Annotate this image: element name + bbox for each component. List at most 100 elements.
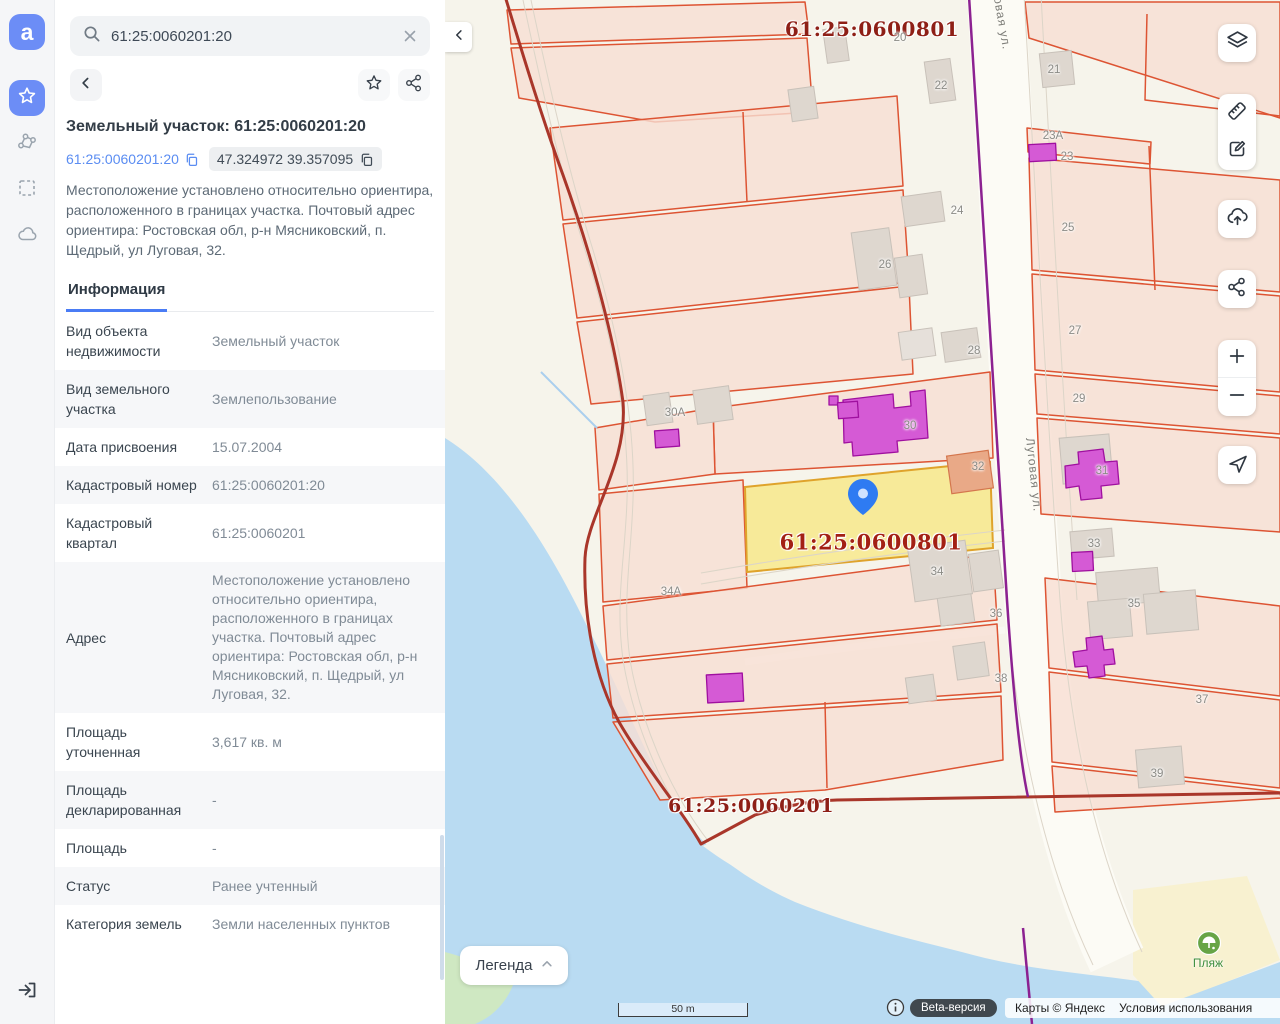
legend-label: Легенда xyxy=(475,957,532,974)
minus-icon xyxy=(1227,385,1247,410)
table-row: Вид объекта недвижимости Земельный участо… xyxy=(55,312,445,370)
table-row: Площадь- xyxy=(55,829,445,867)
chevron-up-icon xyxy=(541,957,553,974)
terms-link[interactable]: Условия использования xyxy=(1119,1001,1252,1015)
share-object-button[interactable] xyxy=(398,69,430,101)
search-input[interactable] xyxy=(111,28,402,45)
edit-pencil-icon xyxy=(1226,138,1248,165)
row-label: Кадастровый квартал xyxy=(66,513,200,553)
cloud-icon xyxy=(16,223,38,250)
measure-ruler-button[interactable] xyxy=(1218,94,1256,132)
copy-icon[interactable] xyxy=(359,152,374,167)
sign-in-icon xyxy=(16,979,38,1006)
row-label: Статус xyxy=(66,876,200,896)
info-icon[interactable] xyxy=(886,998,905,1017)
row-value: - xyxy=(212,791,434,810)
parcel-number-label: 21 xyxy=(1048,64,1061,76)
tabs: Информация xyxy=(66,281,434,312)
parcel-number-label: 34 xyxy=(931,566,944,578)
tab-information[interactable]: Информация xyxy=(66,281,167,312)
parcel-number-label: 36 xyxy=(990,608,1003,620)
collapse-panel-button[interactable] xyxy=(445,22,472,52)
locate-button[interactable] xyxy=(1218,446,1256,484)
cadastral-number-text: 61:25:0060201:20 xyxy=(66,151,179,167)
zoom-in-button[interactable] xyxy=(1218,340,1256,378)
cadastral-number-link[interactable]: 61:25:0060201:20 xyxy=(66,151,199,167)
layers-icon xyxy=(1226,29,1249,57)
back-button[interactable] xyxy=(70,69,102,101)
table-row: Вид земельного участкаЗемлепользование xyxy=(55,370,445,428)
row-value: Земельный участок xyxy=(212,332,434,351)
map-attribution: Карты © Яндекс Условия использования xyxy=(1005,998,1280,1018)
table-row: Площадь декларированная- xyxy=(55,771,445,829)
polygon-nodes-icon xyxy=(16,131,38,158)
legend-button[interactable]: Легенда xyxy=(460,946,568,985)
parcel-number-label: 32 xyxy=(972,461,985,473)
cloud-rail-button[interactable] xyxy=(9,218,45,254)
parcel-number-label: 30А xyxy=(665,407,685,419)
row-value: Ранее учтенный xyxy=(212,877,434,896)
parcel-number-label: 37 xyxy=(1196,694,1209,706)
chevron-left-icon xyxy=(77,74,95,97)
select-area-rail-button[interactable] xyxy=(9,172,45,208)
beach-label: Пляж xyxy=(1193,956,1223,970)
map-share-button[interactable] xyxy=(1218,270,1256,308)
search-icon xyxy=(82,24,101,48)
edit-button[interactable] xyxy=(1218,132,1256,170)
parcel-number-label: 25 xyxy=(1062,222,1075,234)
geometry-rail-button[interactable] xyxy=(9,126,45,162)
coordinates-text: 47.324972 39.357095 xyxy=(217,151,353,167)
row-label: Вид земельного участка xyxy=(66,379,200,419)
parcel-number-label: 34А xyxy=(661,586,681,598)
parcel-number-label: 26 xyxy=(879,259,892,271)
parcel-number-label: 30 xyxy=(904,420,917,432)
map-area[interactable]: 61:25:0600801 61:25:0600801 61:25:006020… xyxy=(445,0,1280,1024)
parcel-number-label: 23 xyxy=(1061,151,1074,163)
star-icon xyxy=(16,85,38,112)
clear-search-icon[interactable] xyxy=(402,28,418,44)
table-row: Дата присвоения 15.07.2004 xyxy=(55,428,445,466)
ruler-icon xyxy=(1226,100,1248,127)
panel-scrollbar[interactable] xyxy=(440,835,444,980)
coordinates-chip[interactable]: 47.324972 39.357095 xyxy=(209,147,382,171)
table-row: Площадь уточненная3,617 кв. м xyxy=(55,713,445,771)
navigation-arrow-icon xyxy=(1226,452,1248,479)
row-value: Местоположение установлено относительно … xyxy=(212,571,434,704)
table-row: Кадастровый квартал 61:25:0060201 xyxy=(55,504,445,562)
row-label: Кадастровый номер xyxy=(66,475,200,495)
zoom-out-button[interactable] xyxy=(1218,378,1256,416)
favorites-rail-button[interactable] xyxy=(9,80,45,116)
table-row: Адрес Местоположение установлено относите… xyxy=(55,562,445,713)
row-label: Площадь xyxy=(66,838,200,858)
scale-label: 50 m xyxy=(671,1003,694,1015)
row-label: Категория земель xyxy=(66,914,200,934)
row-label: Адрес xyxy=(66,628,200,648)
cloud-upload-icon xyxy=(1226,205,1249,233)
share-nodes-icon xyxy=(404,73,424,98)
parcel-number-label: 39 xyxy=(1151,768,1164,780)
search-bar xyxy=(70,16,430,56)
scale-bar: 50 m xyxy=(618,1003,748,1017)
row-value: 61:25:0060201 xyxy=(212,524,434,543)
parcel-number-label: 20 xyxy=(894,32,907,44)
exit-rail-button[interactable] xyxy=(9,974,45,1010)
map-canvas xyxy=(445,0,1280,1024)
row-label: Дата присвоения xyxy=(66,437,200,457)
copy-icon[interactable] xyxy=(184,152,199,167)
map-layers-button[interactable] xyxy=(1218,24,1256,62)
parcel-number-label: 35 xyxy=(1128,598,1141,610)
copyright-text: Карты © Яндекс xyxy=(1015,1001,1105,1015)
icon-rail: a xyxy=(0,0,55,1024)
table-row: Категория земельЗемли населенных пунктов xyxy=(55,905,445,943)
share-nodes-icon xyxy=(1226,276,1248,303)
app-logo[interactable]: a xyxy=(9,14,45,50)
plus-icon xyxy=(1227,346,1247,371)
row-label: Вид объекта недвижимости xyxy=(66,321,200,361)
quarter-label-bottom: 61:25:0060201 xyxy=(668,795,834,817)
side-panel: Земельный участок: 61:25:0060201:20 61:2… xyxy=(55,0,445,1024)
row-value: 15.07.2004 xyxy=(212,438,434,457)
object-card-header xyxy=(70,69,430,101)
upload-button[interactable] xyxy=(1218,200,1256,238)
parcel-number-label: 22 xyxy=(935,80,948,92)
favorite-button[interactable] xyxy=(358,69,390,101)
